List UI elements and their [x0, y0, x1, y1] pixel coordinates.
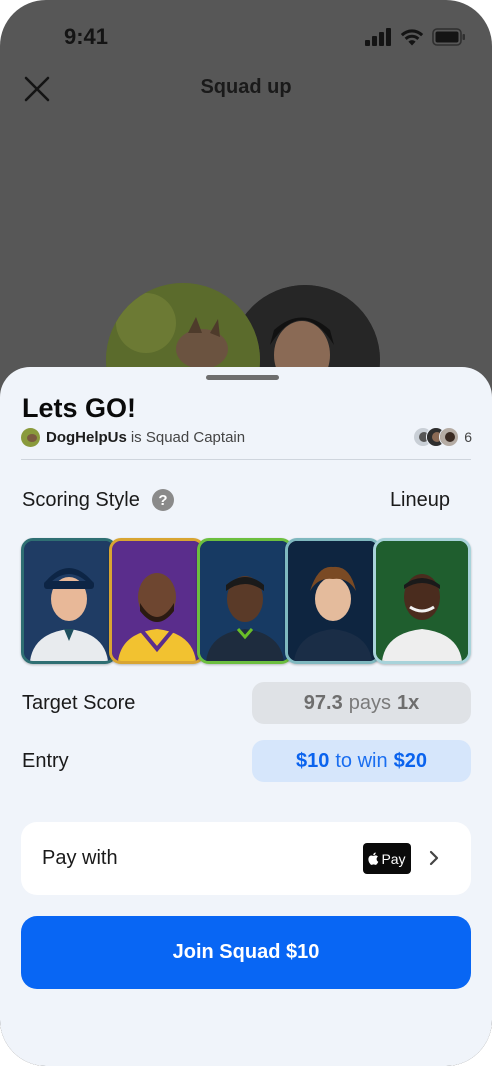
entry-pill: $10 to win $20 [252, 740, 471, 782]
divider [21, 459, 471, 460]
player-photo [288, 541, 378, 661]
entry-amount: $10 [296, 749, 330, 772]
target-multiplier: 1x [396, 691, 420, 714]
player-photo [112, 541, 202, 661]
captain-avatar [21, 427, 40, 447]
pay-with-row[interactable]: Pay with Pay [21, 822, 471, 895]
squad-avatars [0, 280, 492, 437]
target-pays-text: pays [348, 691, 391, 714]
player-card-2[interactable] [109, 538, 205, 664]
scoring-style-label: Scoring Style [22, 489, 140, 511]
join-squad-button[interactable]: Join Squad $10 [21, 916, 471, 989]
sheet-grabber[interactable] [206, 375, 279, 380]
pay-with-label: Pay with [42, 847, 118, 869]
status-icons [365, 28, 466, 46]
player-card-5[interactable] [373, 538, 471, 664]
entry-label: Entry [22, 750, 69, 772]
scoring-style-row: Scoring Style ? Lineup [22, 487, 450, 515]
help-icon[interactable]: ? [152, 489, 174, 511]
entry-prize: $20 [393, 749, 427, 772]
apple-pay-badge: Pay [363, 843, 411, 874]
entry-to-win-text: to win [335, 749, 388, 772]
target-score-row: Target Score 97.3 pays 1x [22, 682, 471, 724]
player-photo [24, 541, 114, 661]
player-photo [376, 541, 468, 661]
status-time: 9:41 [64, 24, 109, 49]
squad-sheet: Lets GO! DogHelpUs is Squad Captain 6 Sc… [0, 367, 492, 1066]
lineup-player-row [21, 538, 471, 665]
chevron-right-icon[interactable] [427, 850, 441, 866]
entry-row: Entry $10 to win $20 [22, 740, 471, 782]
top-nav: Squad up [0, 66, 492, 112]
player-card-4[interactable] [285, 538, 381, 664]
target-score-value: 97.3 [303, 691, 343, 714]
cellular-signal-icon [365, 28, 391, 46]
member-stack[interactable]: 6 [413, 426, 472, 448]
player-card-3[interactable] [197, 538, 293, 664]
wifi-icon [400, 29, 424, 46]
target-score-label: Target Score [22, 692, 136, 714]
scoring-style-value: Lineup [389, 489, 450, 511]
phone-screen: 9:41 Squad up Lets GO! DogHelpUs is Squa… [0, 0, 492, 1066]
sheet-title: Lets GO! [22, 393, 137, 423]
target-score-pill: 97.3 pays 1x [252, 682, 471, 724]
captain-suffix: is Squad Captain [130, 428, 246, 446]
player-card-1[interactable] [21, 538, 117, 664]
apple-pay-text: Pay [381, 850, 406, 867]
page-title: Squad up [200, 76, 292, 98]
player-photo [200, 541, 290, 661]
battery-icon [432, 28, 465, 46]
captain-name[interactable]: DogHelpUs [46, 429, 127, 446]
member-avatar [439, 427, 460, 447]
captain-row: DogHelpUs is Squad Captain [21, 427, 245, 447]
member-count: 6 [464, 429, 472, 445]
apple-logo-icon [368, 852, 379, 865]
